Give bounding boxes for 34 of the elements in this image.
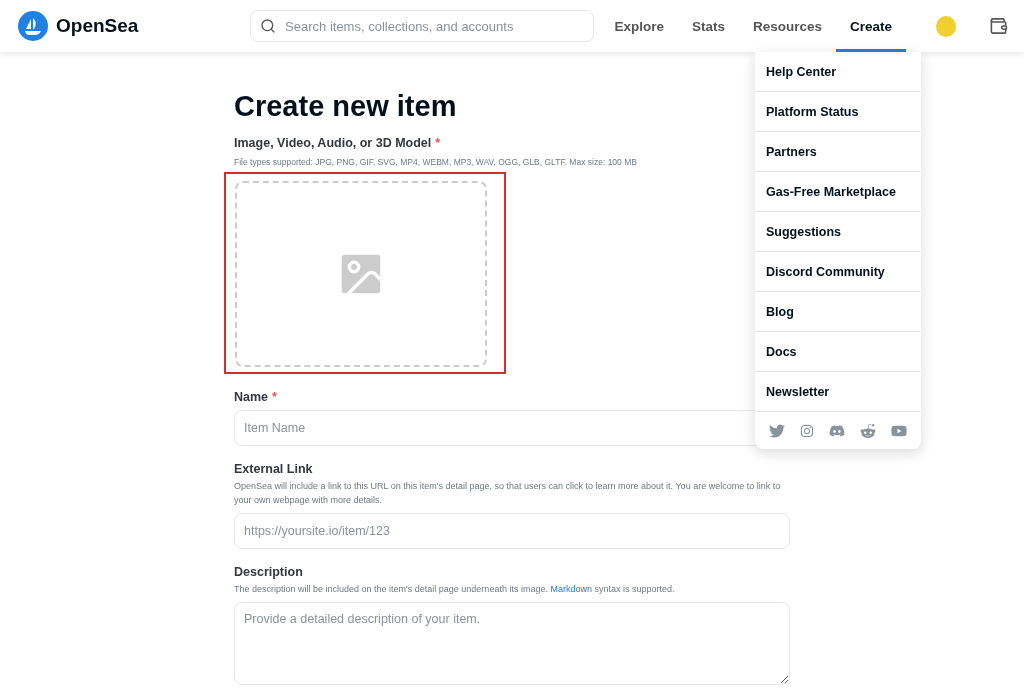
required-mark: * [272, 390, 277, 404]
menu-item[interactable]: Platform Status [755, 92, 921, 132]
nav-tab[interactable]: Stats [677, 0, 739, 52]
text-area[interactable]: Provide a detailed description of your item. [234, 602, 790, 685]
brand-name[interactable]: OpenSea [56, 15, 139, 37]
instagram-icon[interactable] [799, 423, 814, 438]
search-field[interactable]: Search items, collections, and accounts [250, 10, 595, 42]
menu-item[interactable]: Gas-Free Marketplace [755, 172, 921, 212]
wallet-icon[interactable] [989, 16, 1008, 36]
field-label: External Link [234, 462, 313, 476]
nav-tab[interactable]: Resources [738, 0, 836, 52]
menu-item[interactable]: Blog [755, 292, 921, 332]
menu-item[interactable]: Partners [755, 132, 921, 172]
menu-item[interactable]: Newsletter [755, 372, 921, 412]
field-help: The description will be included on the item's detail page underneath its image. Markdown syntax is supported. [234, 583, 676, 596]
menu-item[interactable]: Discord Community [755, 252, 921, 292]
required-mark: * [435, 136, 441, 150]
menu-item[interactable]: Docs [755, 332, 921, 372]
upload-area[interactable] [235, 181, 487, 367]
markdown-link[interactable]: Markdown [550, 584, 592, 594]
discord-icon[interactable] [828, 422, 845, 439]
field-help: OpenSea will include a link to this URL on this item's detail page, so that users can click to learn more about it. You are welcome to link to your own webpage with more details. [234, 480, 782, 507]
reddit-icon[interactable] [860, 422, 877, 439]
menu-item[interactable]: Help Center [755, 52, 921, 92]
field-hint: File types supported: JPG, PNG, GIF, SVG, MP4, WEBM, MP3, WAV, OGG, GLB, GLTF. Max size: 100 MB [234, 156, 638, 169]
field-label: Description [234, 565, 303, 579]
field-label: Name [234, 390, 269, 404]
menu-item[interactable]: Suggestions [755, 212, 921, 252]
logo-icon [18, 11, 48, 41]
search-icon [260, 18, 277, 34]
input-field[interactable]: https://yoursite.io/item/123 [234, 513, 790, 549]
nav-tab[interactable]: Explore [600, 0, 678, 52]
twitter-icon[interactable] [768, 422, 785, 439]
field-label: Image, Video, Audio, or 3D Model [234, 136, 432, 150]
